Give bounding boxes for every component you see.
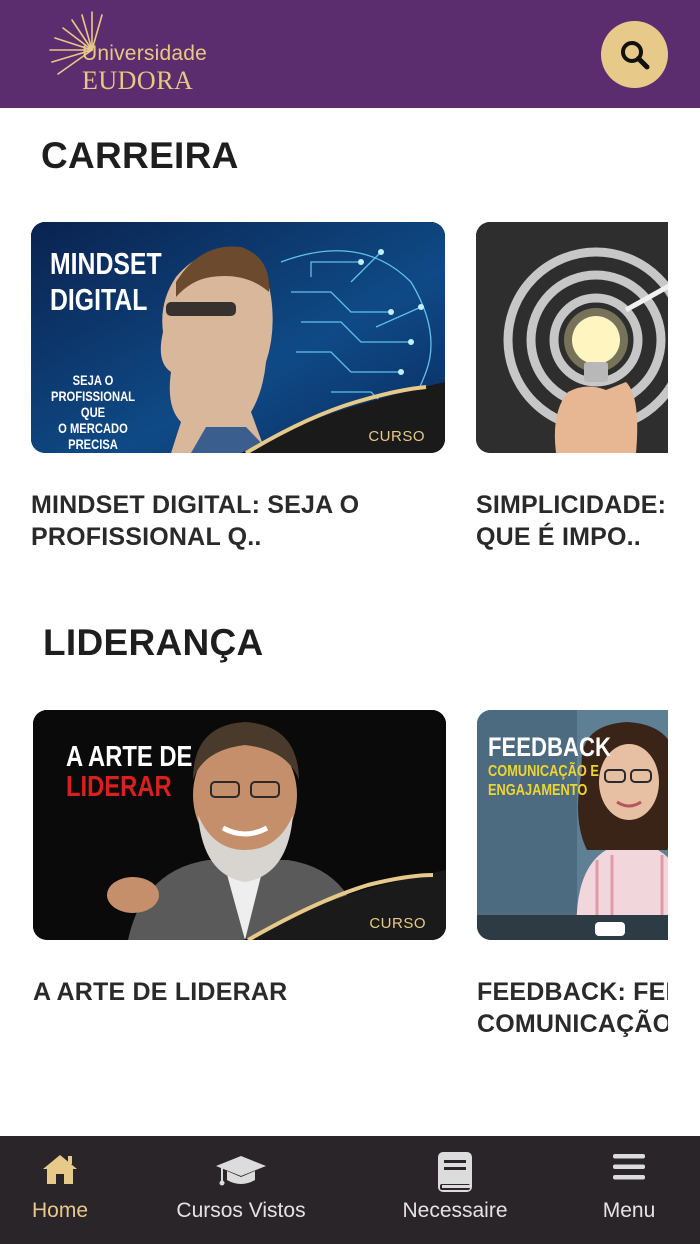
nav-item-necessaire[interactable]: Necessaire <box>390 1136 520 1244</box>
thumbnail-heading: MINDSET DIGITAL <box>50 246 162 318</box>
course-title-line-1: MINDSET DIGITAL: SEJA O <box>31 491 360 519</box>
thumbnail-sub-line-2: ENGAJAMENTO <box>488 782 588 799</box>
thumbnail-heading: A ARTE DE LIDERAR <box>66 742 192 802</box>
nav-label-necessaire: Necessaire <box>402 1199 508 1222</box>
course-title-line-2: QUE É IMPO.. <box>476 523 641 551</box>
home-icon <box>43 1155 77 1184</box>
nav-label-cursos-vistos: Cursos Vistos <box>176 1199 306 1222</box>
course-badge: CURSO <box>369 915 426 932</box>
course-title-line-1: FEEDBACK: FER <box>477 978 668 1006</box>
search-icon <box>621 41 650 70</box>
thumbnail-sub-line-4: PRECISA <box>68 436 118 452</box>
nav-label-menu: Menu <box>602 1199 656 1222</box>
section-title-carreira: CARREIRA <box>41 135 239 176</box>
lightbulb-target-thumbnail <box>476 222 668 453</box>
bottom-navigation: Home Cursos Vistos Necessaire Menu <box>0 1136 700 1244</box>
course-card-simplicidade[interactable] <box>476 222 668 453</box>
course-title-line-1: SIMPLICIDADE: <box>476 491 667 519</box>
nav-item-home[interactable]: Home <box>0 1136 120 1244</box>
hamburger-menu-icon <box>613 1154 645 1180</box>
search-button[interactable] <box>601 21 668 88</box>
graduation-cap-icon <box>216 1156 266 1186</box>
section-title-lideranca: LIDERANÇA <box>43 622 264 663</box>
thumbnail-subheading: SEJA O PROFISSIONAL QUE O MERCADO PRECIS… <box>45 372 141 452</box>
thumbnail-heading: FEEDBACK <box>488 732 612 762</box>
course-title-line-2: COMUNICAÇÃO <box>477 1010 668 1038</box>
nav-item-menu[interactable]: Menu <box>580 1136 678 1244</box>
course-title-simplicidade[interactable]: SIMPLICIDADE: QUE É IMPO.. <box>476 489 668 553</box>
thumbnail-heading-line-2: DIGITAL <box>50 282 148 317</box>
thumbnail-heading-line-2: LIDERAR <box>66 771 172 803</box>
nav-label-home: Home <box>31 1199 89 1222</box>
thumbnail-subheading: COMUNICAÇÃO E ENGAJAMENTO <box>488 762 599 800</box>
course-title-feedback[interactable]: FEEDBACK: FER COMUNICAÇÃO <box>477 976 668 1040</box>
thumbnail-sub-line-2: PROFISSIONAL QUE <box>50 388 135 420</box>
thumbnail-sub-line-1: SEJA O <box>72 372 114 388</box>
logo-line-1: Universidade <box>82 42 207 65</box>
app-header: Universidade EUDORA <box>0 0 700 108</box>
course-title-mindset-digital[interactable]: MINDSET DIGITAL: SEJA O PROFISSIONAL Q.. <box>31 489 471 553</box>
logo-line-2: EUDORA <box>82 66 194 95</box>
course-card-feedback[interactable]: FEEDBACK COMUNICAÇÃO E ENGAJAMENTO <box>477 710 668 940</box>
universidade-eudora-logo[interactable]: Universidade EUDORA <box>46 10 216 96</box>
book-icon <box>438 1152 472 1192</box>
course-title-line-1: A ARTE DE LIDERAR <box>33 978 288 1006</box>
thumbnail-heading-line-1: A ARTE DE <box>66 741 193 773</box>
course-title-line-2: PROFISSIONAL Q.. <box>31 523 262 551</box>
nav-item-cursos-vistos[interactable]: Cursos Vistos <box>160 1136 322 1244</box>
thumbnail-sub-line-3: O MERCADO <box>58 420 128 436</box>
thumbnail-heading-line-1: MINDSET <box>50 246 162 281</box>
thumbnail-sub-line-1: COMUNICAÇÃO E <box>488 763 599 780</box>
course-card-a-arte-de-liderar[interactable]: A ARTE DE LIDERAR CURSO <box>33 710 446 940</box>
course-title-a-arte-de-liderar[interactable]: A ARTE DE LIDERAR <box>33 976 473 1008</box>
course-card-mindset-digital[interactable]: MINDSET DIGITAL SEJA O PROFISSIONAL QUE … <box>31 222 445 453</box>
course-badge: CURSO <box>368 428 425 445</box>
